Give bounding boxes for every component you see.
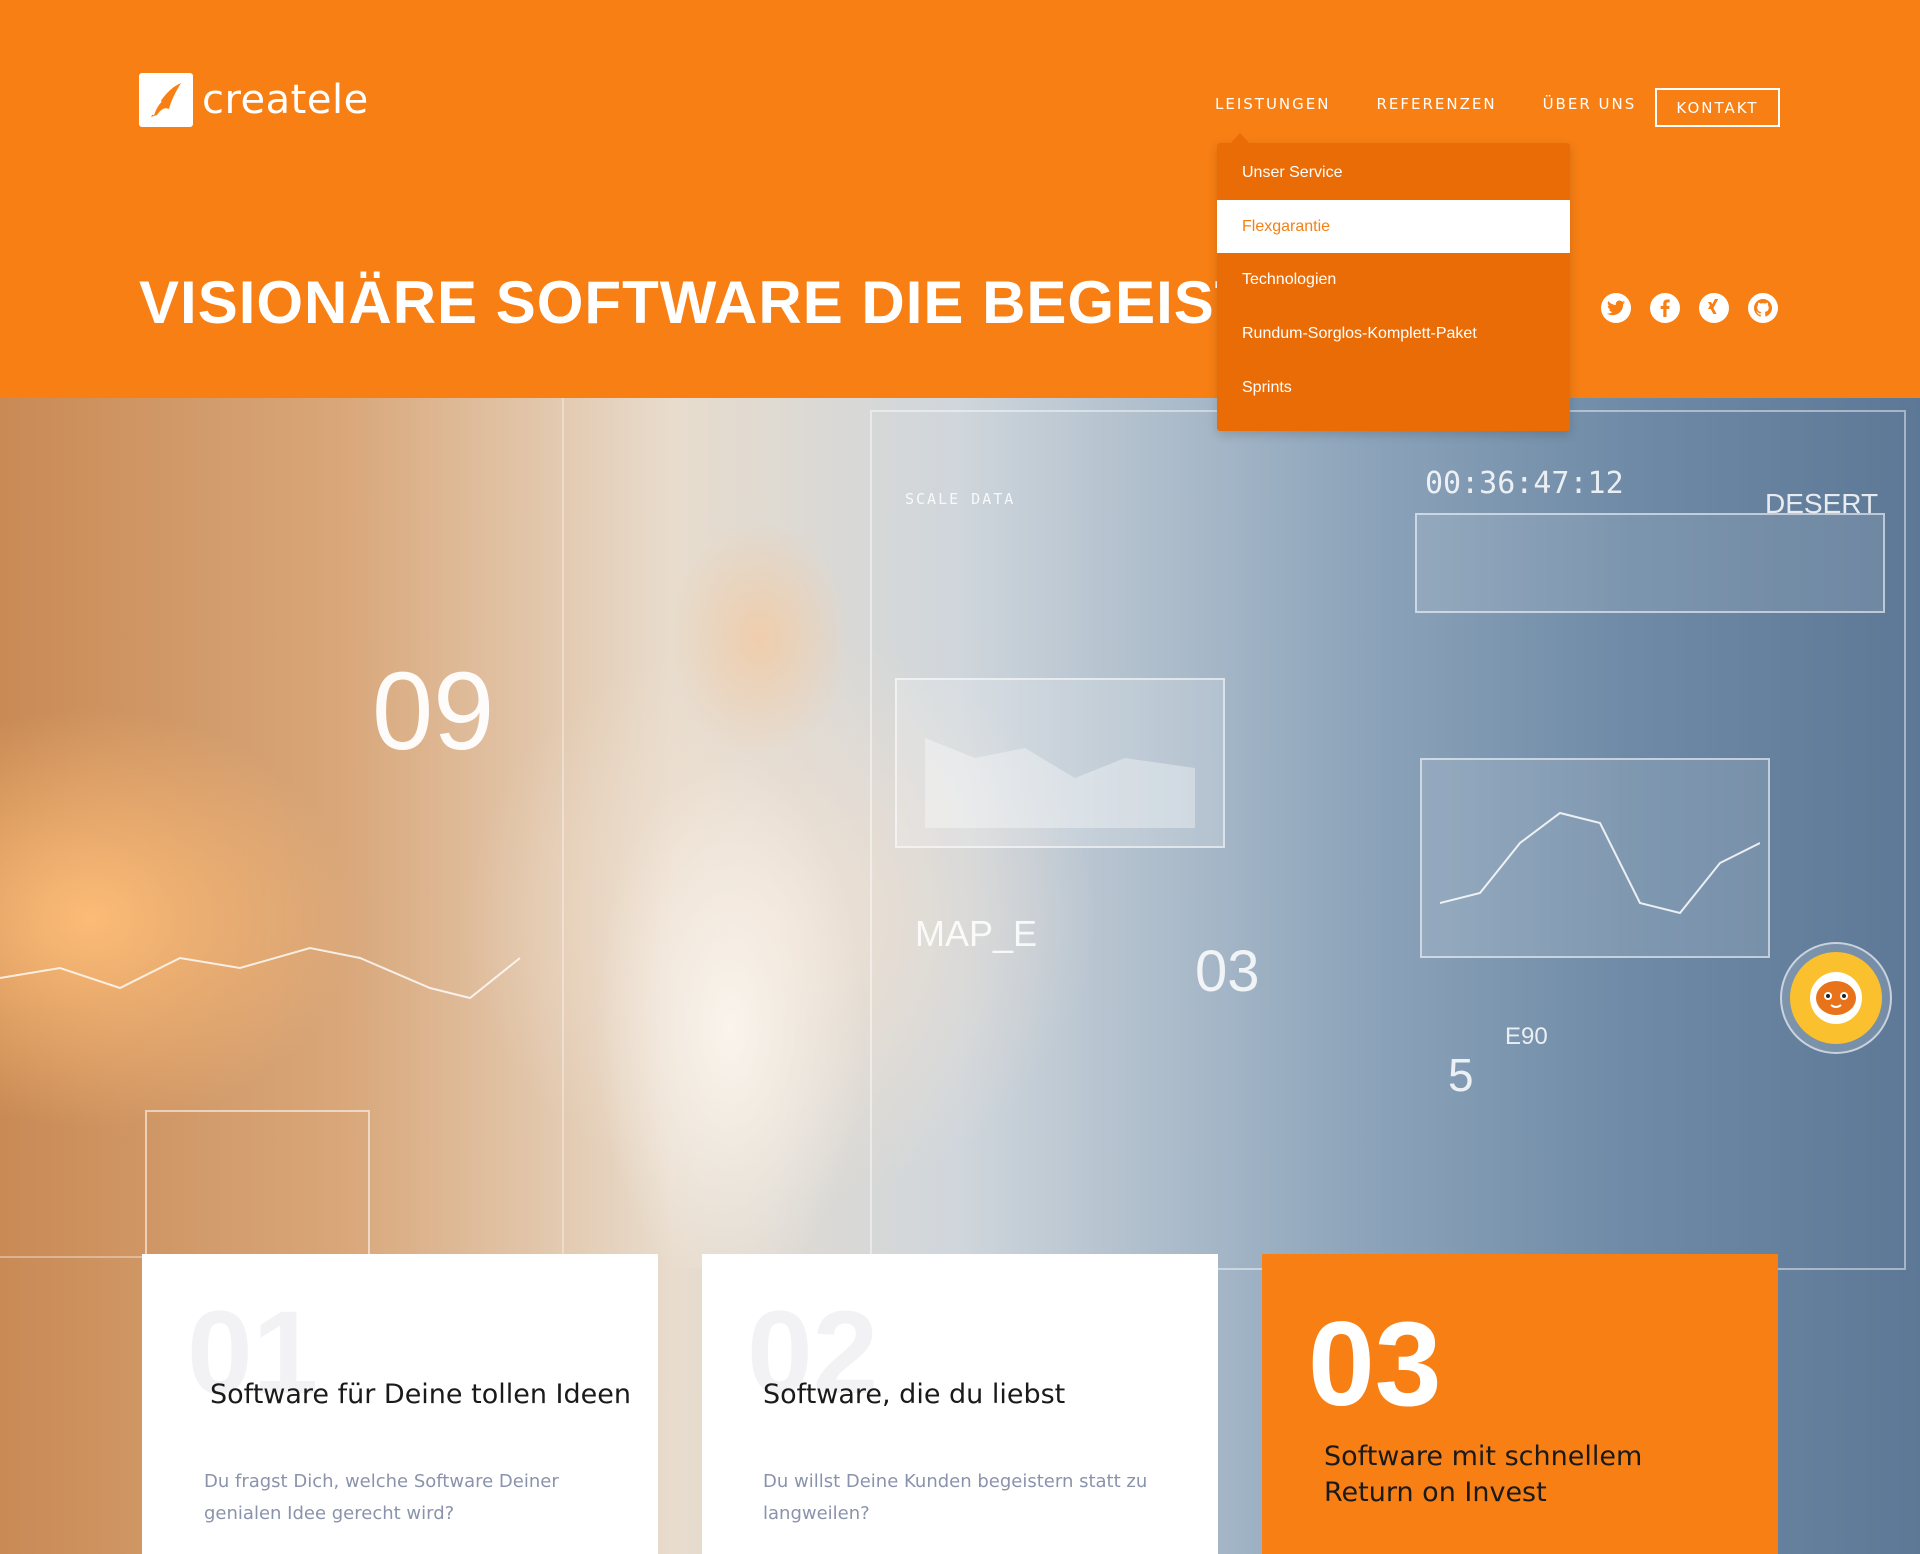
card-number: 03: [1308, 1297, 1442, 1431]
hologram-three: 03: [1195, 939, 1260, 1004]
card-title: Software, die du liebst: [763, 1379, 1066, 1410]
hologram-small-box: [145, 1110, 370, 1260]
feature-card-01: 01 Software für Deine tollen Ideen Du fr…: [142, 1254, 658, 1554]
card-title: Software für Deine tollen Ideen: [210, 1379, 631, 1410]
nav-item-leistungen[interactable]: LEISTUNGEN: [1215, 95, 1330, 113]
hologram-map-label: MAP_E: [915, 913, 1038, 954]
hologram-e90: E90: [1505, 1023, 1548, 1050]
site-header: createle LEISTUNGEN REFERENZEN ÜBER UNS …: [0, 0, 1920, 398]
chat-bot-button[interactable]: [1780, 942, 1892, 1054]
hologram-scale-data: SCALE DATA: [905, 490, 1016, 508]
hologram-code-box: [1415, 513, 1885, 613]
dropdown-item-sprints[interactable]: Sprints: [1217, 361, 1570, 414]
hologram-desert: DESERT: [1765, 488, 1879, 519]
hero-person: [560, 408, 880, 1268]
dropdown-item-flexgarantie[interactable]: Flexgarantie: [1217, 200, 1570, 253]
card-text: Du willst Deine Kunden begeistern statt …: [763, 1471, 1148, 1524]
dropdown-caret: [1231, 133, 1249, 143]
hologram-bar-area: [925, 738, 1195, 828]
hologram-timer: 00:36:47:12: [1425, 466, 1624, 501]
nav-item-referenzen[interactable]: REFERENZEN: [1376, 95, 1496, 113]
twitter-icon[interactable]: [1601, 293, 1631, 323]
hologram-left-graph: [0, 946, 521, 1000]
contact-button[interactable]: KONTAKT: [1655, 88, 1780, 127]
nav-item-ueber-uns[interactable]: ÜBER UNS: [1543, 95, 1637, 113]
xing-icon[interactable]: [1699, 293, 1729, 323]
card-title: Software mit schnellem Return on Invest: [1324, 1441, 1643, 1508]
dropdown-item-rundum-sorglos[interactable]: Rundum-Sorglos-Komplett-Paket: [1217, 307, 1570, 360]
github-icon[interactable]: [1748, 293, 1778, 323]
feature-card-03: 03 Software mit schnellem Return on Inve…: [1262, 1254, 1778, 1554]
dropdown-item-unser-service[interactable]: Unser Service: [1217, 146, 1570, 199]
feature-card-02: 02 Software, die du liebst Du willst Dei…: [702, 1254, 1218, 1554]
chat-bot-robot-icon: [1790, 952, 1882, 1044]
social-links: [1601, 293, 1778, 323]
main-nav: LEISTUNGEN REFERENZEN ÜBER UNS: [1215, 95, 1682, 113]
hologram-big-number: 09: [372, 650, 495, 773]
page-title: VISIONÄRE SOFTWARE DIE BEGEISTERT: [139, 269, 1376, 336]
logo-text: createle: [202, 77, 369, 123]
dropdown-item-technologien[interactable]: Technologien: [1217, 253, 1570, 306]
facebook-icon[interactable]: [1650, 293, 1680, 323]
logo-mark-icon: [139, 73, 193, 127]
logo[interactable]: createle: [139, 73, 369, 127]
card-text: Du fragst Dich, welche Software Deiner g…: [204, 1471, 559, 1524]
hologram-five: 5: [1448, 1049, 1474, 1101]
hologram-line-graph: [1440, 811, 1760, 915]
leistungen-dropdown-menu: Unser Service Flexgarantie Technologien …: [1217, 133, 1570, 431]
